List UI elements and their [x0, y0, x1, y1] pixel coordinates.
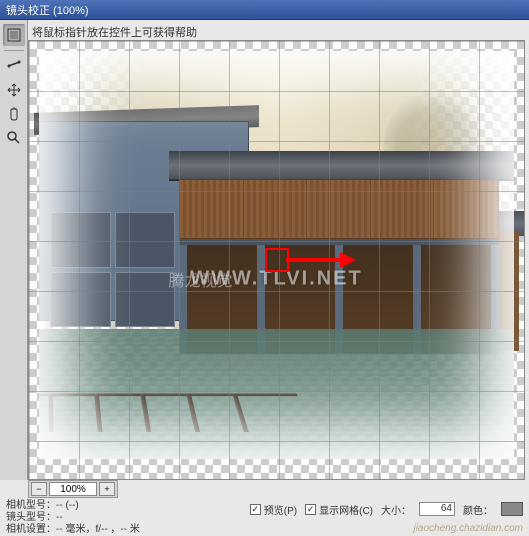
center-marker[interactable] — [265, 248, 289, 272]
size-label: 大小： — [381, 502, 411, 517]
zoom-control: − 100% + — [28, 480, 118, 498]
title-bar: 镜头校正 (100%) — [0, 0, 529, 20]
lens-model-value: -- — [56, 512, 63, 523]
color-label: 颜色： — [463, 502, 493, 517]
zoom-out-button[interactable]: − — [31, 482, 47, 496]
straighten-tool[interactable] — [3, 55, 25, 77]
camera-settings-label: 相机设置： — [6, 524, 56, 535]
grid-label: 显示网格(C) — [319, 502, 373, 517]
separator — [4, 50, 24, 51]
preview-label: 预览(P) — [264, 502, 297, 517]
check-icon: ✓ — [250, 504, 261, 515]
canvas[interactable]: 腾龙视觉 WWW.TLVI.NET — [28, 40, 525, 480]
hand-tool[interactable] — [3, 103, 25, 125]
camera-model-value: -- (--) — [56, 500, 79, 511]
grid-color-swatch[interactable] — [501, 502, 523, 516]
grid-checkbox[interactable]: ✓ 显示网格(C) — [305, 502, 373, 517]
zoom-in-button[interactable]: + — [99, 482, 115, 496]
tutorial-arrow — [286, 255, 356, 265]
preview-checkbox[interactable]: ✓ 预览(P) — [250, 502, 297, 517]
lens-correct-tool[interactable] — [3, 24, 25, 46]
zoom-value[interactable]: 100% — [49, 482, 97, 496]
footer-watermark: jiaocheng.chazidian.com — [413, 523, 523, 534]
zoom-tool[interactable] — [3, 127, 25, 149]
camera-model-label: 相机型号： — [6, 500, 56, 511]
lens-model-label: 镜头型号： — [6, 512, 56, 523]
grid-size-input[interactable]: 64 — [419, 502, 455, 516]
window-title: 镜头校正 (100%) — [6, 2, 89, 18]
camera-settings-value: -- 毫米，f/-- ，-- 米 — [56, 524, 140, 535]
camera-info: 相机型号：-- (--) 镜头型号：-- 相机设置：-- 毫米，f/-- ，--… — [6, 500, 250, 536]
tool-sidebar — [0, 20, 28, 480]
move-grid-tool[interactable] — [3, 79, 25, 101]
check-icon: ✓ — [305, 504, 316, 515]
hint-text: 将鼠标指针放在控件上可获得帮助 — [32, 24, 197, 40]
